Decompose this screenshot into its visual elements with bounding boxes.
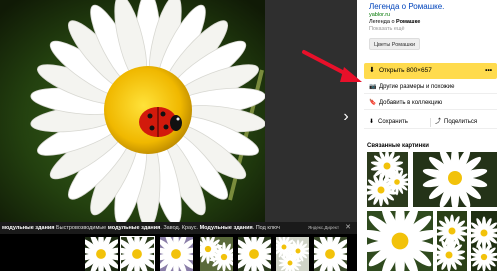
ad-close-icon[interactable]: ✕ bbox=[345, 222, 351, 234]
ad-bar[interactable]: модульные здания Быстровозводимые модуль… bbox=[0, 222, 357, 234]
ad-segment: . Под ключ bbox=[252, 225, 280, 231]
snippet-text: Легенда о bbox=[369, 19, 397, 25]
more-options-icon[interactable]: ••• bbox=[485, 63, 492, 79]
ad-segment: модульные здания bbox=[107, 225, 161, 231]
ad-segment: . Завод. Краус. bbox=[160, 225, 200, 231]
snippet: Легенда о Ромашке bbox=[369, 19, 420, 25]
ad-tag: Яндекс.Директ bbox=[307, 225, 339, 230]
chevron-right-icon[interactable]: › bbox=[340, 108, 352, 126]
source-domain[interactable]: yablor.ru bbox=[369, 12, 390, 18]
open-label: Открыть 800×657 bbox=[379, 67, 432, 74]
thumbnail[interactable] bbox=[120, 236, 155, 271]
tag-button[interactable]: Цветы Ромашки bbox=[369, 38, 421, 50]
share-label: Поделиться bbox=[444, 119, 478, 125]
share-icon: ⤴ bbox=[435, 119, 442, 125]
thumbnail-strip bbox=[0, 234, 357, 271]
bookmark-icon: 🔖 bbox=[369, 100, 377, 106]
ad-segment: Быстровозводимые bbox=[54, 225, 108, 231]
share-button[interactable]: ⤴ Поделиться bbox=[430, 116, 496, 129]
camera-icon: 📷 bbox=[369, 84, 377, 90]
snippet-highlight: Ромашке bbox=[396, 19, 421, 25]
image-viewer: › модульные здания Быстровозводимые моду… bbox=[0, 0, 357, 271]
thumbnail[interactable] bbox=[85, 237, 118, 271]
thumbnail[interactable] bbox=[238, 237, 271, 271]
open-image-button[interactable]: ⬇ Открыть 800×657 ••• bbox=[364, 63, 497, 79]
related-image[interactable] bbox=[471, 211, 497, 271]
save-button[interactable]: ⬇ Сохранить bbox=[364, 116, 430, 129]
save-share-row: ⬇ Сохранить ⤴ Поделиться bbox=[364, 116, 497, 129]
save-icon: ⬇ bbox=[369, 119, 375, 125]
thumbnail[interactable] bbox=[200, 237, 233, 271]
ad-segment: Модульные здания bbox=[199, 225, 253, 231]
save-label: Сохранить bbox=[378, 119, 408, 125]
add-to-collection-button[interactable]: 🔖 Добавить в коллекцию bbox=[364, 97, 497, 110]
thumbnail[interactable] bbox=[314, 237, 347, 271]
page-title-link[interactable]: Легенда о Ромашке. bbox=[369, 2, 444, 11]
other-sizes-button[interactable]: 📷 Другие размеры и похожие bbox=[364, 81, 497, 94]
photo-area: › bbox=[0, 0, 357, 222]
related-image[interactable] bbox=[367, 152, 408, 207]
download-icon: ⬇ bbox=[369, 67, 375, 74]
thumbnail[interactable] bbox=[160, 237, 193, 271]
show-more-link[interactable]: Показать ещё bbox=[369, 26, 405, 32]
add-collection-label: Добавить в коллекцию bbox=[379, 100, 443, 106]
related-image[interactable] bbox=[367, 211, 433, 271]
related-images-title: Связанные картинки bbox=[367, 143, 429, 149]
main-photo[interactable] bbox=[0, 0, 265, 222]
other-sizes-label: Другие размеры и похожие bbox=[379, 84, 455, 90]
related-image[interactable] bbox=[437, 211, 467, 271]
thumbnail[interactable] bbox=[276, 237, 309, 271]
related-image[interactable] bbox=[413, 152, 497, 207]
ad-segment: модульные здания bbox=[2, 225, 55, 231]
ad-text[interactable]: модульные здания Быстровозводимые модуль… bbox=[0, 225, 280, 231]
